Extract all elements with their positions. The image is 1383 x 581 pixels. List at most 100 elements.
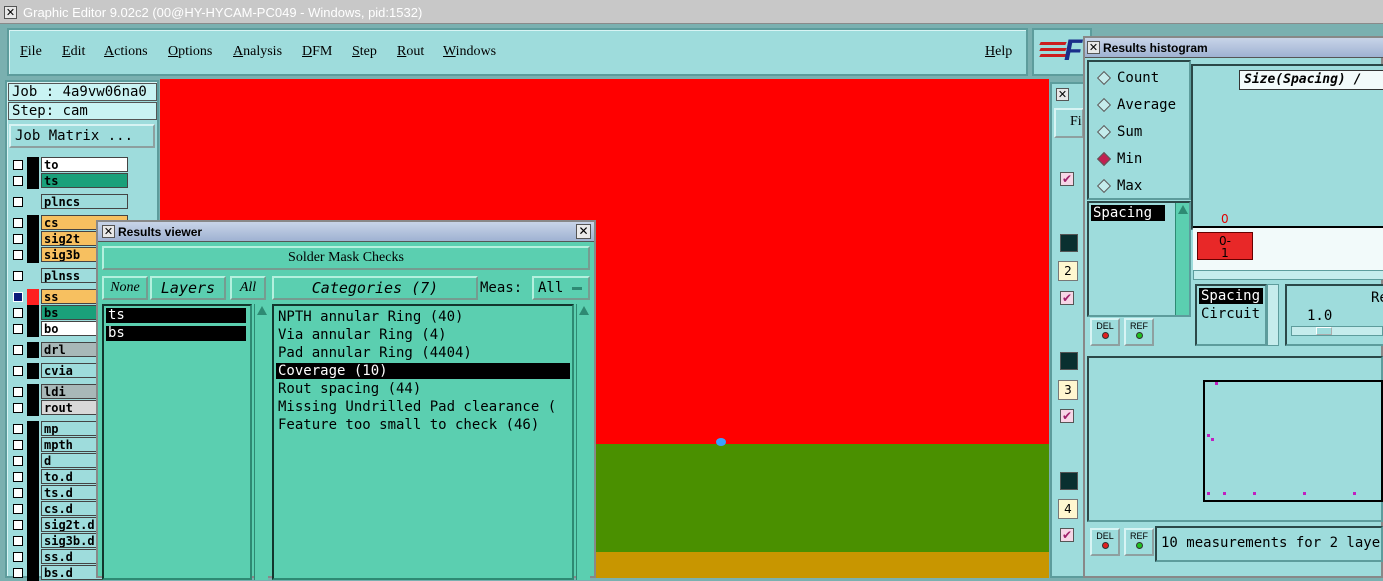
- layer-name[interactable]: plncs: [41, 194, 128, 209]
- layers-none-button[interactable]: None: [102, 276, 148, 300]
- histogram-ref-button[interactable]: REF: [1124, 318, 1154, 346]
- layer-checkbox[interactable]: [13, 292, 23, 302]
- layer-checkbox[interactable]: [13, 234, 23, 244]
- layer-color-swatch[interactable]: [27, 194, 39, 210]
- meas-select[interactable]: All: [532, 276, 590, 300]
- background-checkbox[interactable]: ✔: [1060, 409, 1074, 423]
- layer-name[interactable]: to: [41, 157, 128, 172]
- layer-checkbox[interactable]: [13, 160, 23, 170]
- menu-rout[interactable]: Rout: [397, 44, 424, 60]
- layer-checkbox[interactable]: [13, 345, 23, 355]
- layer-color-swatch[interactable]: [27, 485, 39, 501]
- layer-color-swatch[interactable]: [27, 247, 39, 263]
- layer-color-swatch[interactable]: [27, 453, 39, 469]
- category-missing-undrilled-pad[interactable]: Missing Undrilled Pad clearance (: [278, 398, 556, 416]
- layer-color-swatch[interactable]: [27, 437, 39, 453]
- range-slider[interactable]: [1291, 326, 1383, 336]
- layer-color-swatch[interactable]: [27, 400, 39, 416]
- layer-result-item[interactable]: ts: [106, 308, 246, 323]
- category-via-annular-ring[interactable]: Via annular Ring (4): [278, 326, 447, 344]
- layer-color-swatch[interactable]: [27, 342, 39, 358]
- solder-mask-checks-title[interactable]: Solder Mask Checks: [102, 246, 590, 270]
- layer-row-ts[interactable]: ts: [10, 173, 130, 189]
- layer-checkbox[interactable]: [13, 488, 23, 498]
- categories-list-scrollbar[interactable]: [576, 304, 590, 580]
- background-menu-label[interactable]: Fi: [1054, 108, 1084, 138]
- category-coverage[interactable]: Coverage (10): [278, 362, 388, 380]
- layer-color-swatch[interactable]: [27, 533, 39, 549]
- menu-windows[interactable]: Windows: [443, 44, 496, 60]
- background-checkbox[interactable]: ✔: [1060, 528, 1074, 542]
- menu-edit[interactable]: Edit: [62, 44, 85, 60]
- layer-checkbox[interactable]: [13, 250, 23, 260]
- selection-item-spacing[interactable]: Spacing: [1199, 288, 1263, 304]
- layer-row-plncs[interactable]: plncs: [10, 194, 130, 210]
- layer-checkbox[interactable]: [13, 504, 23, 514]
- category-rout-spacing[interactable]: Rout spacing (44): [278, 380, 421, 398]
- layer-color-swatch[interactable]: [27, 321, 39, 337]
- layer-result-item[interactable]: bs: [106, 326, 246, 341]
- range-slider-thumb[interactable]: [1316, 327, 1332, 335]
- histogram-bin[interactable]: 0- 1: [1197, 232, 1253, 260]
- menu-file[interactable]: File: [20, 44, 42, 60]
- window-close-icon[interactable]: ✕: [4, 6, 17, 19]
- layer-color-swatch[interactable]: [27, 268, 39, 284]
- menu-step[interactable]: Step: [352, 44, 377, 60]
- layers-toggle-button[interactable]: Layers: [150, 276, 226, 300]
- menu-help[interactable]: Help: [985, 44, 1012, 60]
- selection-item-circuit[interactable]: Circuit: [1201, 306, 1260, 322]
- layer-checkbox[interactable]: [13, 308, 23, 318]
- selection-list-scrollbar[interactable]: [1267, 284, 1279, 346]
- layer-checkbox[interactable]: [13, 324, 23, 334]
- histogram-close-icon[interactable]: ✕: [1087, 41, 1100, 54]
- layer-checkbox[interactable]: [13, 218, 23, 228]
- layer-checkbox[interactable]: [13, 456, 23, 466]
- background-checkbox[interactable]: ✔: [1060, 172, 1074, 186]
- layers-all-button[interactable]: All: [230, 276, 266, 300]
- layer-checkbox[interactable]: [13, 197, 23, 207]
- layer-color-swatch[interactable]: [27, 363, 39, 379]
- results-viewer-close-button[interactable]: ✕: [576, 224, 591, 239]
- layer-color-swatch[interactable]: [27, 421, 39, 437]
- background-row-icon[interactable]: [1060, 234, 1078, 252]
- histogram-del-button-bottom[interactable]: DEL: [1090, 528, 1120, 556]
- background-row-icon[interactable]: [1060, 352, 1078, 370]
- layer-color-swatch[interactable]: [27, 517, 39, 533]
- layer-checkbox[interactable]: [13, 472, 23, 482]
- menu-dfm[interactable]: DFM: [302, 44, 332, 60]
- background-window-close-icon[interactable]: ✕: [1056, 88, 1069, 101]
- menu-options[interactable]: Options: [168, 44, 212, 60]
- category-feature-too-small[interactable]: Feature too small to check (46): [278, 416, 539, 434]
- attribute-item-spacing[interactable]: Spacing: [1091, 205, 1165, 221]
- background-checkbox[interactable]: ✔: [1060, 291, 1074, 305]
- job-matrix-button[interactable]: Job Matrix ...: [9, 124, 155, 148]
- background-row-icon[interactable]: [1060, 472, 1078, 490]
- layer-color-swatch[interactable]: [27, 173, 39, 189]
- layer-checkbox[interactable]: [13, 176, 23, 186]
- layer-color-swatch[interactable]: [27, 565, 39, 581]
- menu-actions[interactable]: Actions: [104, 44, 148, 60]
- layer-checkbox[interactable]: [13, 536, 23, 546]
- layer-checkbox[interactable]: [13, 271, 23, 281]
- layer-checkbox[interactable]: [13, 387, 23, 397]
- layer-checkbox[interactable]: [13, 424, 23, 434]
- layer-color-swatch[interactable]: [27, 384, 39, 400]
- layer-color-swatch[interactable]: [27, 305, 39, 321]
- categories-toggle-button[interactable]: Categories (7): [272, 276, 478, 300]
- layer-color-swatch[interactable]: [27, 501, 39, 517]
- attribute-list-scrollbar[interactable]: [1175, 203, 1189, 315]
- menu-analysis[interactable]: Analysis: [233, 44, 282, 60]
- histogram-ref-button-bottom[interactable]: REF: [1124, 528, 1154, 556]
- layer-checkbox[interactable]: [13, 520, 23, 530]
- layer-checkbox[interactable]: [13, 366, 23, 376]
- layer-name[interactable]: ts: [41, 173, 128, 188]
- layer-checkbox[interactable]: [13, 403, 23, 413]
- layer-checkbox[interactable]: [13, 552, 23, 562]
- layer-color-swatch[interactable]: [27, 469, 39, 485]
- layer-checkbox[interactable]: [13, 568, 23, 578]
- layer-color-swatch[interactable]: [27, 157, 39, 173]
- category-npth-annular-ring[interactable]: NPTH annular Ring (40): [278, 308, 463, 326]
- layer-color-swatch[interactable]: [27, 289, 39, 305]
- histogram-horizontal-scrollbar[interactable]: [1193, 270, 1383, 280]
- layer-color-swatch[interactable]: [27, 215, 39, 231]
